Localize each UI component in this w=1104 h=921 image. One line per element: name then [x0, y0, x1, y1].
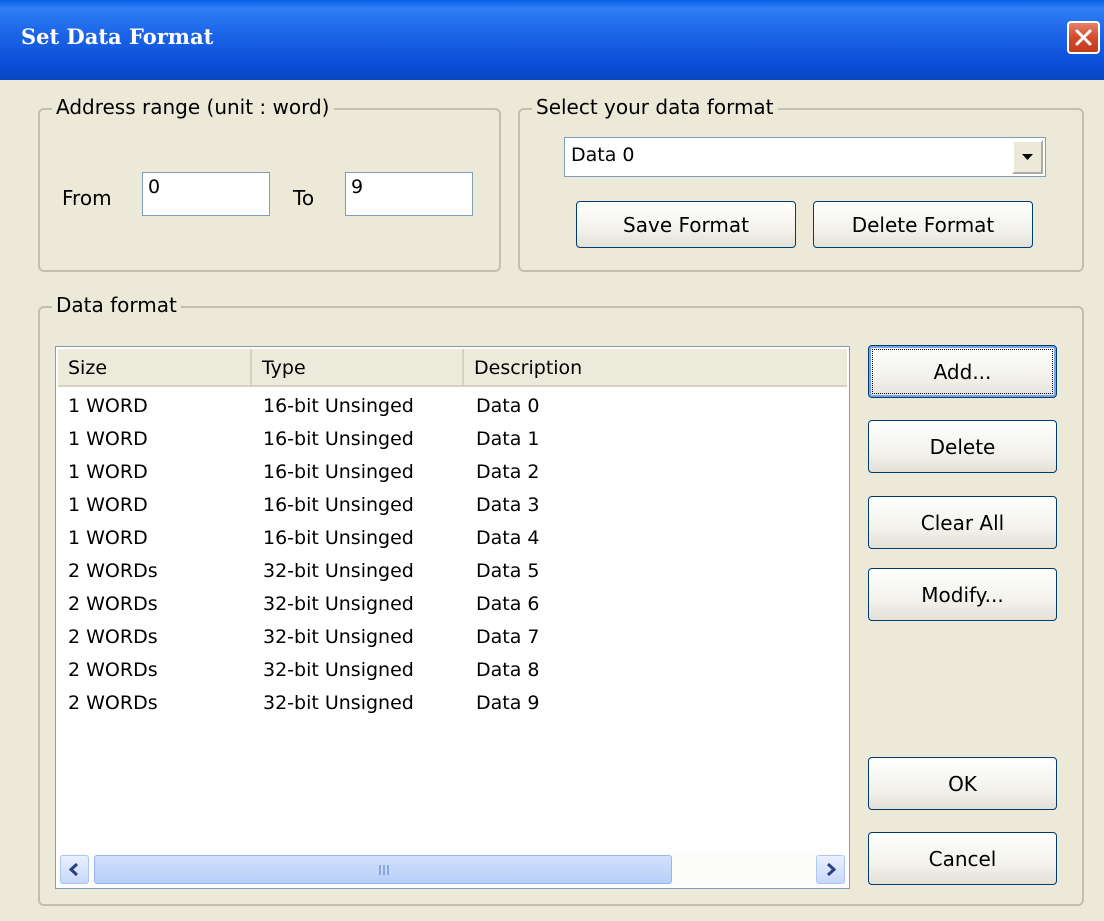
select-format-group: Select your data format Data 0 Save Form… [518, 95, 1084, 272]
from-label: From [62, 186, 112, 210]
cell-type: 16-bit Unsinged [263, 461, 414, 483]
list-item[interactable]: 2 WORDs 32-bit Unsigned Data 8 [58, 655, 847, 688]
cell-size: 1 WORD [68, 395, 148, 417]
list-item[interactable]: 2 WORDs 32-bit Unsigned Data 7 [58, 622, 847, 655]
clear-all-button[interactable]: Clear All [868, 496, 1057, 549]
list-item[interactable]: 2 WORDs 32-bit Unsinged Data 5 [58, 556, 847, 589]
column-header-size[interactable]: Size [58, 349, 252, 385]
list-item[interactable]: 1 WORD 16-bit Unsinged Data 1 [58, 424, 847, 457]
cell-description: Data 3 [476, 494, 540, 516]
select-format-legend: Select your data format [532, 95, 778, 119]
cell-type: 16-bit Unsinged [263, 527, 414, 549]
scroll-right-icon [826, 862, 837, 877]
cell-type: 16-bit Unsinged [263, 428, 414, 450]
scroll-right-button[interactable] [816, 855, 845, 884]
to-label: To [293, 186, 315, 210]
delete-button[interactable]: Delete [868, 420, 1057, 473]
dropdown-button[interactable] [1012, 140, 1043, 174]
format-select-value: Data 0 [571, 144, 635, 166]
delete-format-button[interactable]: Delete Format [813, 201, 1033, 248]
list-item[interactable]: 1 WORD 16-bit Unsinged Data 4 [58, 523, 847, 556]
cell-description: Data 4 [476, 527, 540, 549]
cell-type: 32-bit Unsigned [263, 659, 414, 681]
cell-description: Data 7 [476, 626, 540, 648]
cell-type: 32-bit Unsigned [263, 593, 414, 615]
cell-size: 1 WORD [68, 494, 148, 516]
dropdown-arrow-icon [1022, 154, 1033, 160]
cell-size: 1 WORD [68, 461, 148, 483]
horizontal-scrollbar[interactable] [58, 853, 847, 886]
window-title: Set Data Format [21, 24, 214, 49]
cell-description: Data 1 [476, 428, 540, 450]
address-range-group: Address range (unit : word) From 0 To 9 [38, 95, 501, 272]
title-bar[interactable]: Set Data Format [0, 0, 1104, 80]
cell-size: 1 WORD [68, 428, 148, 450]
close-icon [1075, 29, 1092, 46]
list-item[interactable]: 1 WORD 16-bit Unsinged Data 2 [58, 457, 847, 490]
modify-button[interactable]: Modify... [868, 568, 1057, 621]
address-range-legend: Address range (unit : word) [52, 95, 334, 119]
column-header-type[interactable]: Type [252, 349, 464, 385]
close-button[interactable] [1067, 21, 1100, 54]
column-header-description[interactable]: Description [464, 349, 847, 385]
data-format-list[interactable]: Size Type Description 1 WORD 16-bit Unsin… [55, 346, 850, 889]
cell-type: 16-bit Unsinged [263, 494, 414, 516]
dialog-window: Set Data Format Address range (unit : wo… [0, 0, 1104, 921]
scroll-left-button[interactable] [60, 855, 89, 884]
cell-description: Data 0 [476, 395, 540, 417]
save-format-button[interactable]: Save Format [576, 201, 796, 248]
cell-type: 32-bit Unsinged [263, 560, 414, 582]
cell-size: 2 WORDs [68, 593, 158, 615]
cell-size: 2 WORDs [68, 692, 158, 714]
list-item[interactable]: 1 WORD 16-bit Unsinged Data 0 [58, 391, 847, 424]
cell-description: Data 6 [476, 593, 540, 615]
list-item[interactable]: 2 WORDs 32-bit Unsigned Data 6 [58, 589, 847, 622]
cell-size: 1 WORD [68, 527, 148, 549]
cancel-button[interactable]: Cancel [868, 832, 1057, 885]
scroll-thumb[interactable] [94, 855, 672, 884]
grip-icon [379, 865, 389, 875]
cell-description: Data 5 [476, 560, 540, 582]
cell-type: 32-bit Unsigned [263, 692, 414, 714]
data-format-legend: Data format [52, 293, 181, 317]
cell-description: Data 9 [476, 692, 540, 714]
list-item[interactable]: 2 WORDs 32-bit Unsigned Data 9 [58, 688, 847, 721]
cell-size: 2 WORDs [68, 659, 158, 681]
to-input[interactable]: 9 [345, 172, 473, 216]
cell-type: 16-bit Unsinged [263, 395, 414, 417]
cell-description: Data 2 [476, 461, 540, 483]
cell-type: 32-bit Unsigned [263, 626, 414, 648]
list-item[interactable]: 1 WORD 16-bit Unsinged Data 3 [58, 490, 847, 523]
cell-description: Data 8 [476, 659, 540, 681]
add-button[interactable]: Add... [868, 345, 1057, 398]
cell-size: 2 WORDs [68, 560, 158, 582]
format-select[interactable]: Data 0 [564, 137, 1046, 177]
from-input[interactable]: 0 [142, 172, 270, 216]
scroll-left-icon [68, 862, 79, 877]
list-header: Size Type Description [58, 349, 847, 387]
cell-size: 2 WORDs [68, 626, 158, 648]
ok-button[interactable]: OK [868, 757, 1057, 810]
